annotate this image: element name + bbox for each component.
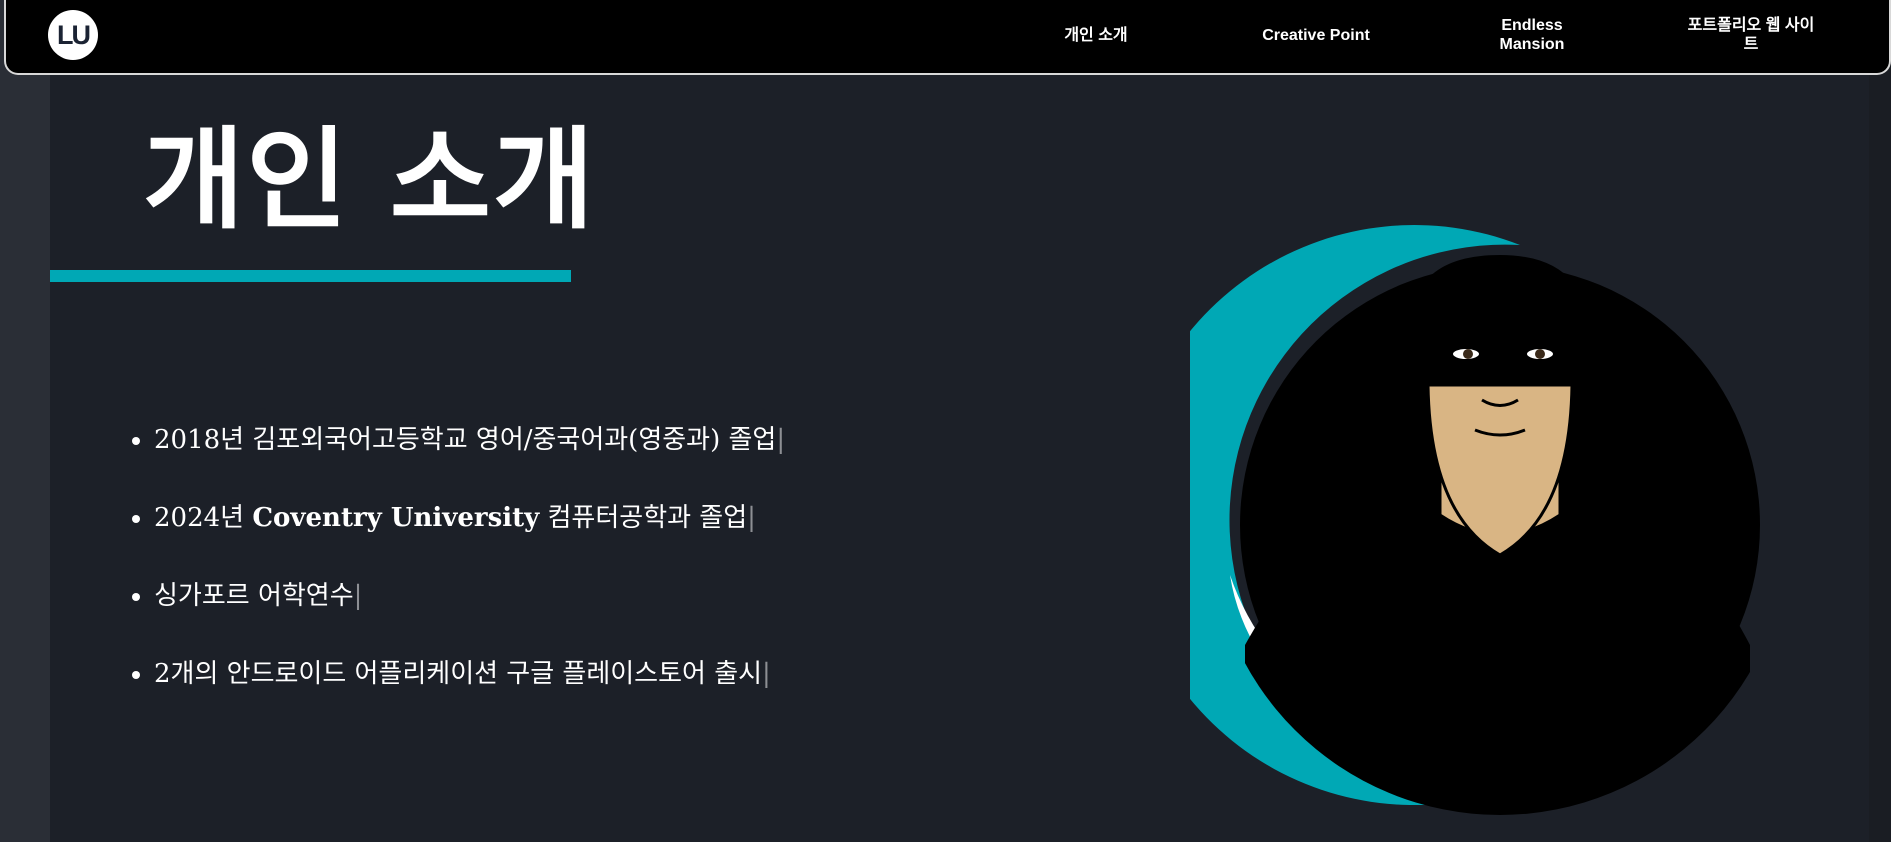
page-title: 개인 소개 (143, 116, 597, 244)
nav-item-label: 포트폴리오 웹 사이트 (1687, 17, 1815, 53)
bio-year: 2018 (154, 425, 221, 455)
top-navbar: LU 개인 소개 Creative Point Endless Mansion … (4, 0, 1891, 75)
text-cursor: | (776, 425, 786, 455)
logo-icon[interactable]: LU (48, 10, 98, 60)
list-item: 2018년 김포외국어고등학교 영어/중국어과(영중과) 졸업| (154, 410, 785, 488)
title-underline (50, 270, 571, 282)
bio-university: Coventry University (252, 503, 540, 533)
nav-item-about[interactable]: 개인 소개 (1036, 0, 1156, 70)
nav-item-label: 개인 소개 (1064, 26, 1128, 44)
left-sidebar-strip (0, 0, 50, 842)
nav-item-portfolio-website[interactable]: 포트폴리오 웹 사이트 (1686, 0, 1816, 70)
nav-item-label: Creative Point (1262, 26, 1370, 44)
bio-text: 년 (220, 503, 253, 533)
nav-item-endless-mansion[interactable]: Endless Mansion (1484, 0, 1580, 70)
scrollbar-track[interactable] (1869, 0, 1891, 842)
nav-item-creative-point[interactable]: Creative Point (1241, 0, 1391, 70)
list-item: 2024년 Coventry University 컴퓨터공학과 졸업| (154, 488, 785, 566)
bio-list: 2018년 김포외국어고등학교 영어/중국어과(영중과) 졸업| 2024년 C… (128, 410, 785, 722)
list-item: 2개의 안드로이드 어플리케이션 구글 플레이스토어 출시| (154, 644, 785, 722)
logo-text: LU (57, 19, 91, 50)
list-item: 싱가포르 어학연수| (154, 566, 785, 644)
bio-year: 2 (154, 659, 171, 689)
bio-year: 2024 (154, 503, 221, 533)
bio-text: 개의 안드로이드 어플리케이션 구글 플레이스토어 출시 (170, 659, 763, 689)
text-cursor: | (353, 581, 363, 611)
bio-text: 싱가포르 어학연수 (154, 581, 354, 611)
text-cursor: | (762, 659, 771, 689)
nav-item-label: Endless Mansion (1499, 17, 1565, 53)
bio-text: 년 김포외국어고등학교 영어/중국어과(영중과) 졸업 (220, 425, 777, 455)
bio-text: 컴퓨터공학과 졸업 (539, 503, 748, 533)
text-cursor: | (747, 503, 756, 533)
avatar-icon (1190, 225, 1760, 815)
